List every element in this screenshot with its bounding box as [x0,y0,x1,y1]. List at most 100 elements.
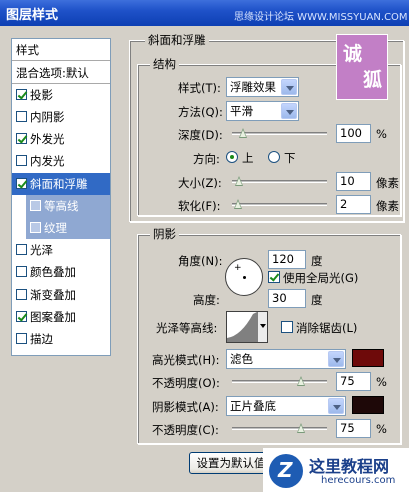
style-item-label: 光泽 [30,243,53,257]
site-logo-letter: Z [278,458,293,482]
chevron-down-icon [281,103,297,119]
bevel-group-title: 斜面和浮雕 [145,32,209,48]
checkbox[interactable] [16,89,27,100]
checkbox[interactable] [16,333,27,344]
chevron-down-icon [257,312,267,342]
dial-center-dot [243,276,246,279]
shading-title: 阴影 [150,226,179,242]
highlight-opacity-input[interactable]: 75 [336,372,371,391]
style-item-label: 斜面和浮雕 [30,177,88,191]
depth-slider[interactable] [232,128,327,139]
soften-input[interactable]: 2 [336,195,371,214]
size-slider-thumb[interactable] [235,176,244,187]
direction-down-radio[interactable] [268,151,280,163]
checkbox[interactable] [16,111,27,122]
direction-up-radio[interactable] [226,151,238,163]
global-light-checkbox[interactable] [268,271,280,283]
antialias-label: 消除锯齿(L) [296,321,358,335]
highlight-color-swatch[interactable] [352,349,384,367]
style-item-label: 颜色叠加 [30,265,76,279]
checkbox[interactable] [30,200,41,211]
checkbox[interactable] [30,222,41,233]
style-label: 样式(T): [178,81,221,95]
soften-slider-thumb[interactable] [233,199,243,210]
style-item-bevel-emboss[interactable]: 斜面和浮雕 [12,173,110,195]
title-bar: 图层样式 思缘设计论坛 WWW.MISSYUAN.COM [0,0,409,26]
altitude-input[interactable]: 30 [268,289,306,308]
style-item-inner-shadow[interactable]: 内阴影 [12,106,110,128]
style-select[interactable]: 浮雕效果 [226,77,299,97]
angle-input[interactable]: 120 [268,250,306,269]
depth-slider-thumb[interactable] [238,128,248,139]
window-title: 图层样式 [6,8,59,23]
soften-slider[interactable] [232,199,327,210]
highlight-mode-select[interactable]: 滤色 [226,349,346,369]
style-item-inner-glow[interactable]: 内发光 [12,150,110,172]
antialias-checkbox[interactable] [281,321,293,333]
style-item-texture[interactable]: 纹理 [26,217,110,239]
shadow-opacity-input[interactable]: 75 [336,419,371,438]
size-input[interactable]: 10 [336,172,371,191]
style-item-color-overlay[interactable]: 颜色叠加 [12,261,110,283]
watermark-logo: 诚 狐 [336,34,388,100]
style-item-label: 渐变叠加 [30,288,76,302]
watermark-text: 思缘设计论坛 WWW.MISSYUAN.COM [234,12,408,23]
style-item-label: 内发光 [30,154,65,168]
contour-preview-icon [227,312,257,342]
angle-unit: 度 [311,254,323,268]
depth-unit: % [376,127,387,141]
site-logo: Z 这里教程网 herecours.com [263,448,409,492]
shadow-opacity-slider[interactable] [232,423,327,434]
highlight-mode-label: 高光模式(H): [152,353,220,367]
watermark-char: 狐 [363,69,383,91]
size-slider[interactable] [232,176,327,187]
style-item-drop-shadow[interactable]: 投影 [12,84,110,106]
size-label: 大小(Z): [178,176,222,190]
checkbox[interactable] [16,266,27,277]
shadow-opacity-thumb[interactable] [296,423,306,434]
highlight-opacity-slider[interactable] [232,376,327,387]
direction-label: 方向: [193,152,220,166]
highlight-mode-value: 滤色 [230,352,253,366]
checkbox[interactable] [16,289,27,300]
checkbox[interactable] [16,311,27,322]
technique-select[interactable]: 平滑 [226,101,299,121]
highlight-opacity-label: 不透明度(O): [152,376,220,390]
technique-select-value: 平滑 [230,104,253,118]
style-item-stroke[interactable]: 描边 [12,328,110,350]
checkbox[interactable] [16,178,27,189]
soften-label: 软化(F): [178,199,221,213]
style-item-contour[interactable]: 等高线 [26,195,110,217]
checkbox[interactable] [16,155,27,166]
style-select-value: 浮雕效果 [230,80,276,94]
angle-dial[interactable]: + [225,258,263,296]
watermark-char: 诚 [343,43,363,65]
style-item-label: 描边 [30,332,53,346]
style-item-label: 投影 [30,88,53,102]
checkbox[interactable] [16,133,27,144]
site-logo-mark: Z [269,454,303,488]
altitude-unit: 度 [311,293,323,307]
shadow-color-swatch[interactable] [352,396,384,414]
gloss-contour-picker[interactable] [226,311,268,343]
checkbox[interactable] [16,244,27,255]
shadow-mode-select[interactable]: 正片叠底 [226,396,346,416]
depth-input[interactable]: 100 [336,124,371,143]
set-default-button[interactable]: 设置为默认值 [189,452,273,474]
style-item-satin[interactable]: 光泽 [12,239,110,261]
style-item-label: 外发光 [30,132,65,146]
styles-list: 样式 混合选项:默认 投影 内阴影 外发光 内发光 斜面和浮雕 等高线 纹理 光… [11,38,111,356]
chevron-down-icon [328,351,344,367]
styles-header[interactable]: 样式 [12,39,110,61]
altitude-label: 高度: [193,293,220,307]
blending-options-item[interactable]: 混合选项:默认 [12,62,110,84]
style-item-pattern-overlay[interactable]: 图案叠加 [12,306,110,328]
highlight-opacity-thumb[interactable] [296,376,306,387]
size-unit: 像素 [376,176,399,190]
direction-up-label: 上 [242,151,254,165]
style-item-outer-glow[interactable]: 外发光 [12,128,110,150]
style-item-gradient-overlay[interactable]: 渐变叠加 [12,284,110,306]
style-item-label: 纹理 [44,221,67,235]
depth-label: 深度(D): [178,128,223,142]
style-item-label: 内阴影 [30,110,65,124]
